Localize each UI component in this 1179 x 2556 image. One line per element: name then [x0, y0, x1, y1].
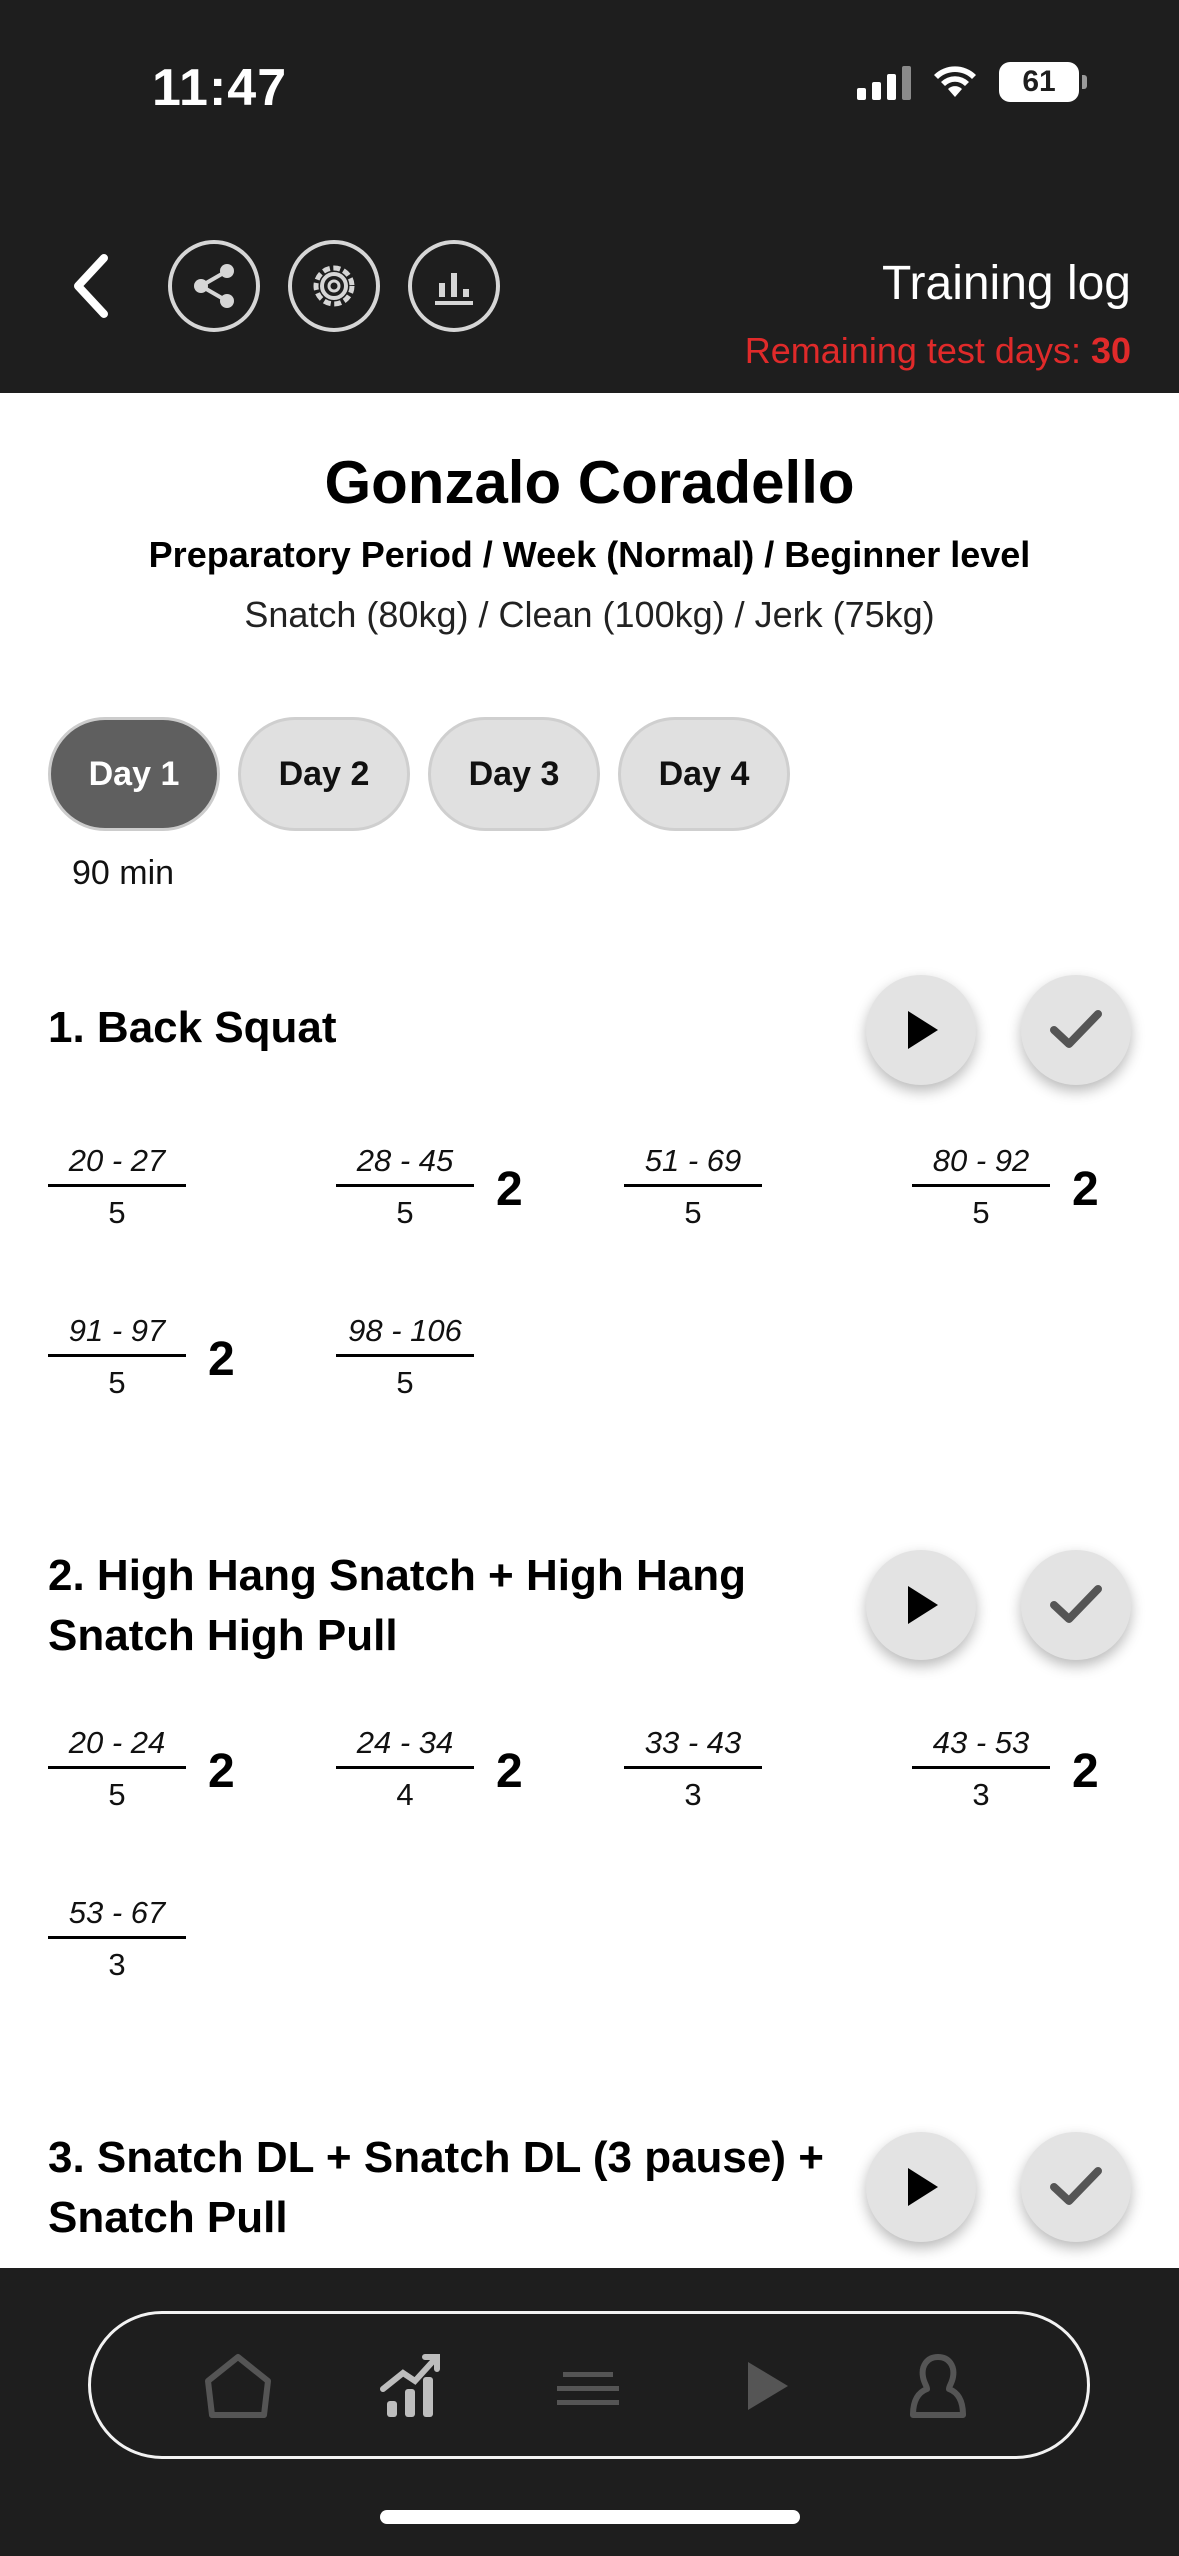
set-reps: 4: [396, 1777, 414, 1812]
set-load: 98 - 106: [348, 1313, 462, 1348]
set-item: 24 - 34 4: [336, 1720, 474, 1821]
play-icon: [908, 2168, 938, 2206]
set-item: 20 - 24 5: [48, 1720, 186, 1821]
set-reps: 3: [972, 1777, 990, 1812]
tab-day-2[interactable]: Day 2: [238, 717, 410, 831]
complete-exercise-button[interactable]: [1021, 975, 1131, 1085]
set-load: 43 - 53: [932, 1725, 1030, 1760]
play-exercise-button[interactable]: [866, 975, 976, 1085]
set-reps: 3: [108, 1947, 126, 1982]
screen-title: Training log: [881, 257, 1131, 310]
home-indicator[interactable]: [380, 2510, 800, 2524]
set-reps: 5: [396, 1195, 414, 1230]
nav-workout[interactable]: [724, 2346, 804, 2426]
tab-day-3[interactable]: Day 3: [428, 717, 600, 831]
check-icon: [1050, 1585, 1102, 1623]
set-load: 51 - 69: [644, 1143, 742, 1178]
set-count: 2: [1072, 1163, 1099, 1216]
chart-icon: [435, 273, 473, 305]
nav-plan[interactable]: [548, 2346, 628, 2426]
nav-profile[interactable]: [898, 2346, 978, 2426]
session-duration: 90 min: [72, 854, 175, 892]
set-item: 20 - 27 5: [48, 1138, 186, 1239]
set-item: 53 - 67 3: [48, 1890, 186, 1991]
tab-day-1[interactable]: Day 1: [48, 717, 220, 831]
wifi-icon: [934, 66, 976, 97]
set-item: 51 - 69 5: [624, 1138, 762, 1239]
exercise-title: 2. High Hang Snatch + High Hang Snatch H…: [48, 1551, 746, 1660]
set-reps: 5: [108, 1365, 126, 1400]
exercise-title: 1. Back Squat: [48, 1003, 337, 1052]
exercise-title: 3. Snatch DL + Snatch DL (3 pause) + Sna…: [48, 2133, 824, 2242]
set-item: 28 - 45 5: [336, 1138, 474, 1239]
gear-icon: [313, 265, 355, 307]
share-button[interactable]: [168, 240, 260, 332]
home-icon: [205, 2354, 271, 2418]
set-reps: 5: [684, 1195, 702, 1230]
check-icon: [1050, 2167, 1102, 2205]
play-icon: [748, 2362, 788, 2410]
set-load: 91 - 97: [68, 1313, 166, 1348]
chevron-left-icon[interactable]: [64, 250, 118, 322]
set-load: 53 - 67: [68, 1895, 166, 1930]
play-icon: [908, 1586, 938, 1624]
play-icon: [908, 1011, 938, 1049]
set-reps: 5: [108, 1195, 126, 1230]
set-count: 2: [1072, 1745, 1099, 1798]
set-load: 80 - 92: [932, 1143, 1030, 1178]
set-reps: 5: [972, 1195, 990, 1230]
set-load: 33 - 43: [644, 1725, 742, 1760]
play-exercise-button[interactable]: [866, 2132, 976, 2242]
remaining-test-days-value: 30: [1090, 330, 1131, 371]
set-count: 2: [496, 1745, 523, 1798]
set-reps: 3: [684, 1777, 702, 1812]
settings-button[interactable]: [288, 240, 380, 332]
set-count: 2: [208, 1333, 235, 1386]
athlete-maxes: Snatch (80kg) / Clean (100kg) / Jerk (75…: [244, 594, 935, 635]
athlete-name: Gonzalo Coradello: [324, 449, 855, 516]
nav-home[interactable]: [198, 2346, 278, 2426]
status-time: 11:47: [152, 59, 288, 117]
set-item: 91 - 97 5: [48, 1308, 186, 1409]
set-load: 24 - 34: [356, 1725, 454, 1760]
profile-icon: [910, 2354, 966, 2418]
battery-icon: 61: [999, 62, 1087, 102]
set-load: 20 - 24: [68, 1725, 166, 1760]
remaining-test-days: Remaining test days: 30: [744, 330, 1131, 371]
progress-chart-icon: [380, 2354, 440, 2417]
share-icon: [194, 264, 234, 308]
play-exercise-button[interactable]: [866, 1550, 976, 1660]
complete-exercise-button[interactable]: [1021, 2132, 1131, 2242]
set-item: 98 - 106 5: [336, 1308, 474, 1409]
check-icon: [1050, 1010, 1102, 1048]
cellular-signal-icon: [857, 64, 911, 100]
stats-button[interactable]: [408, 240, 500, 332]
set-count: 2: [496, 1163, 523, 1216]
complete-exercise-button[interactable]: [1021, 1550, 1131, 1660]
nav-progress[interactable]: [372, 2346, 452, 2426]
tab-day-4[interactable]: Day 4: [618, 717, 790, 831]
set-item: 80 - 92 5: [912, 1138, 1050, 1239]
set-load: 28 - 45: [356, 1143, 454, 1178]
set-reps: 5: [396, 1365, 414, 1400]
program-period: Preparatory Period / Week (Normal) / Beg…: [148, 534, 1031, 575]
set-load: 20 - 27: [68, 1143, 166, 1178]
status-icons: 61: [857, 62, 1087, 102]
list-icon: [557, 2372, 619, 2405]
set-item: 33 - 43 3: [624, 1720, 762, 1821]
set-reps: 5: [108, 1777, 126, 1812]
set-count: 2: [208, 1745, 235, 1798]
set-item: 43 - 53 3: [912, 1720, 1050, 1821]
